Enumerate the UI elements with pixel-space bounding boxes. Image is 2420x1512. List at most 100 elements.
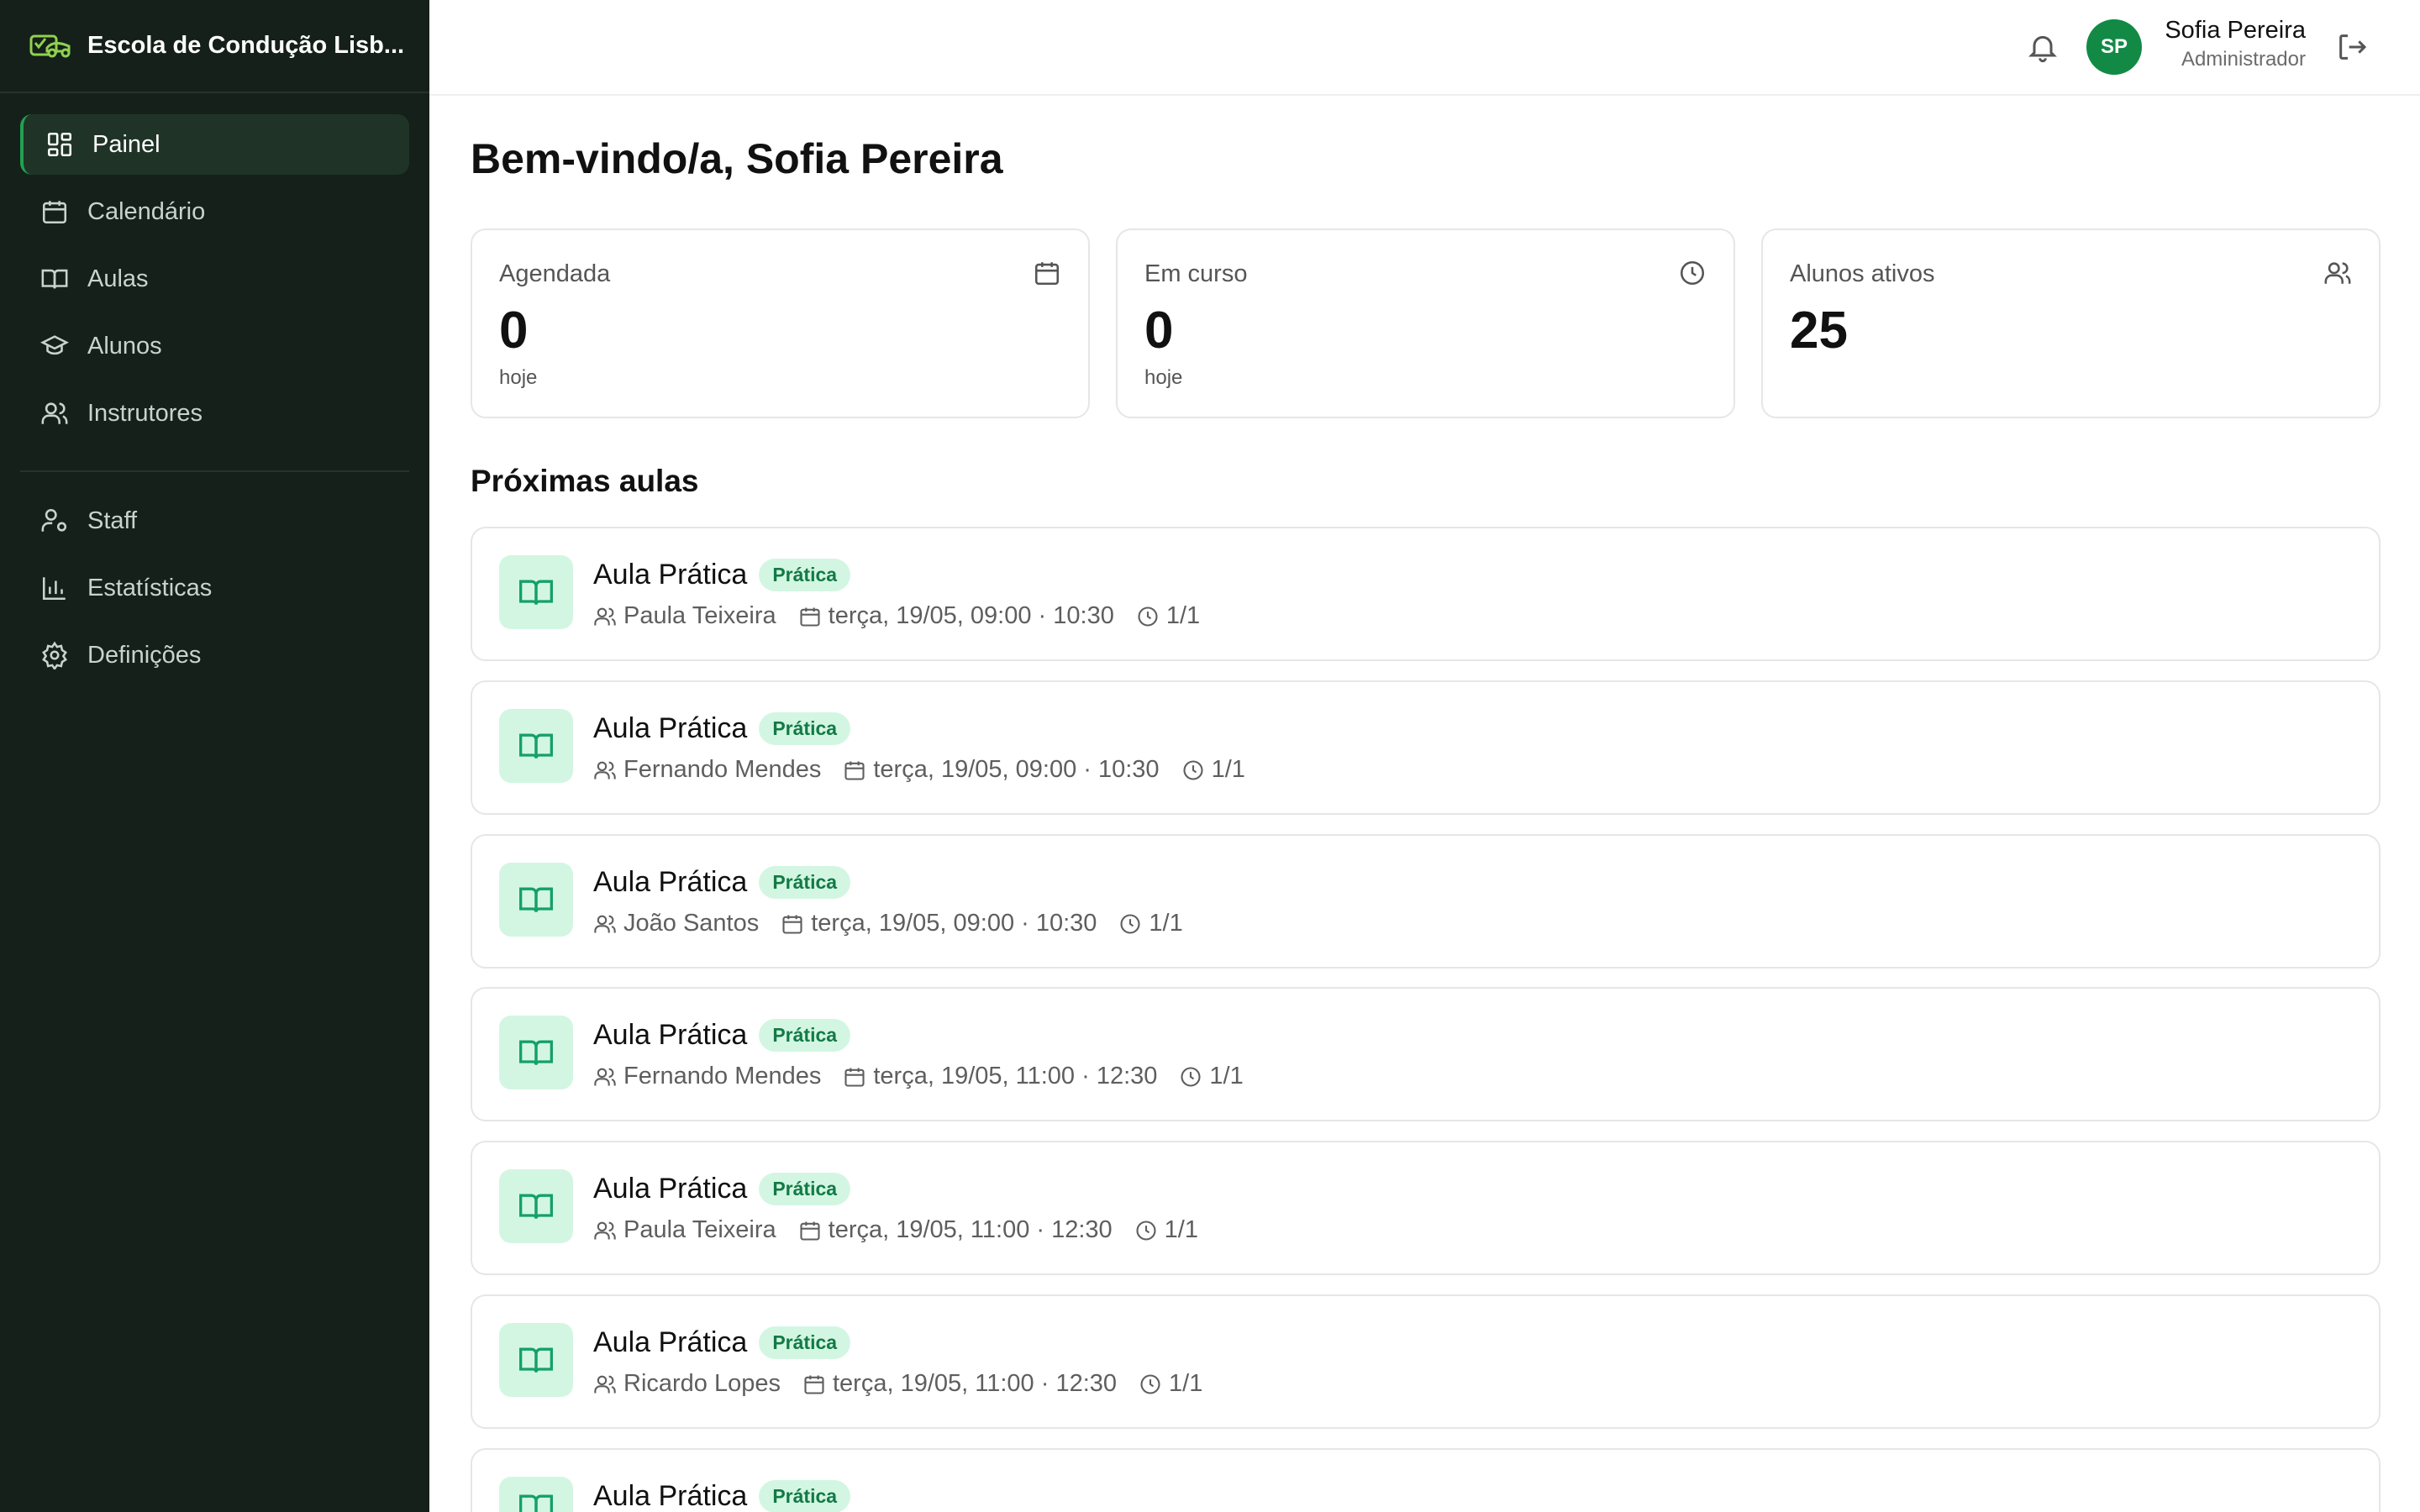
stat-label: Em curso [1144, 260, 1248, 287]
lesson-type-badge: Prática [759, 712, 851, 745]
calendar-icon [804, 1375, 824, 1394]
clock-icon [1680, 260, 1705, 286]
users-icon [41, 402, 68, 424]
sidebar-item-label: Alunos [87, 332, 162, 360]
calendar-icon [844, 1068, 865, 1087]
brand-name: Escola de Condução Lisb... [87, 32, 405, 59]
lesson-meta: Paula Teixeira terça, 19/05, 11:00 · 12:… [593, 1216, 1198, 1244]
lesson-count: 1/1 [1149, 910, 1183, 937]
sidebar-divider [20, 470, 409, 472]
car-logo-icon [29, 34, 71, 57]
lesson-card[interactable]: Aula Prática Prática [471, 1448, 2381, 1512]
sidebar-item-label: Calendário [87, 197, 206, 225]
book-icon [519, 1040, 553, 1065]
book-icon [519, 580, 553, 605]
sidebar-item-label: Staff [87, 507, 138, 534]
lesson-datetime: terça, 19/05, 09:00 · 10:30 [828, 602, 1114, 629]
lesson-icon [499, 1477, 573, 1512]
calendar-icon [42, 201, 67, 224]
lesson-meta: Fernando Mendes terça, 19/05, 09:00 · 10… [593, 756, 1245, 784]
brand[interactable]: Escola de Condução Lisb... [0, 0, 429, 93]
stat-value: 25 [1790, 302, 1848, 360]
sidebar-item-alunos[interactable]: Alunos [20, 316, 409, 376]
stat-card-em-curso: Em curso 0 hoje [1116, 228, 1735, 418]
clock-icon [1183, 759, 1203, 780]
users-icon [2324, 262, 2351, 284]
calendar-icon [800, 607, 820, 627]
lesson-meta: Paula Teixeira terça, 19/05, 09:00 · 10:… [593, 602, 1200, 630]
lesson-datetime: terça, 19/05, 11:00 · 12:30 [833, 1370, 1118, 1397]
lesson-datetime: terça, 19/05, 09:00 · 10:30 [873, 756, 1160, 783]
lesson-meta: Fernando Mendes terça, 19/05, 11:00 · 12… [593, 1063, 1244, 1090]
stat-label: Alunos ativos [1790, 260, 1935, 287]
users-icon [594, 1068, 616, 1085]
clock-icon [1138, 606, 1158, 627]
lesson-type-badge: Prática [759, 1480, 851, 1512]
lesson-type-badge: Prática [759, 1019, 851, 1052]
avatar[interactable]: SP [2086, 19, 2142, 75]
dashboard-icon [47, 132, 72, 157]
lesson-card[interactable]: Aula Prática Prática Fernando Mendes terç… [471, 680, 2381, 815]
lesson-title-row: Aula Prática Prática [593, 559, 851, 591]
lesson-title: Aula Prática [593, 1173, 748, 1205]
lesson-datetime: terça, 19/05, 11:00 · 12:30 [873, 1063, 1158, 1089]
stat-value: 0 [499, 302, 529, 360]
lesson-student: Paula Teixeira [623, 1216, 776, 1243]
lesson-count: 1/1 [1164, 1216, 1198, 1243]
lesson-meta: João Santos terça, 19/05, 09:00 · 10:30 … [593, 910, 1183, 937]
sidebar-item-estatisticas[interactable]: Estatísticas [20, 558, 409, 618]
book-icon [519, 1194, 553, 1219]
lesson-card[interactable]: Aula Prática Prática Paula Teixeira terça… [471, 1141, 2381, 1275]
lesson-icon [499, 1016, 573, 1089]
sidebar-item-instrutores[interactable]: Instrutores [20, 383, 409, 444]
lesson-type-badge: Prática [759, 866, 851, 899]
page-title: Bem-vindo/a, Sofia Pereira [471, 135, 1003, 182]
lesson-type-badge: Prática [759, 559, 851, 591]
gear-icon [42, 641, 67, 669]
logout-icon[interactable] [2335, 30, 2369, 64]
lesson-icon [499, 555, 573, 629]
lesson-icon [499, 1169, 573, 1243]
lesson-title: Aula Prática [593, 559, 748, 591]
lesson-card[interactable]: Aula Prática Prática João Santos terça, 1… [471, 834, 2381, 969]
lesson-title-row: Aula Prática Prática [593, 866, 851, 899]
stat-card-agendada: Agendada 0 hoje [471, 228, 1090, 418]
lesson-title-row: Aula Prática Prática [593, 1480, 851, 1512]
user-cog-icon [41, 508, 67, 532]
book-icon [519, 733, 553, 759]
sidebar-item-aulas[interactable]: Aulas [20, 249, 409, 309]
sidebar: Escola de Condução Lisb... Painel Calend… [0, 0, 429, 1512]
lesson-title: Aula Prática [593, 1019, 748, 1051]
sidebar-item-staff[interactable]: Staff [20, 491, 409, 551]
lesson-count: 1/1 [1169, 1370, 1203, 1397]
users-icon [594, 607, 616, 625]
lesson-count: 1/1 [1209, 1063, 1244, 1089]
calendar-icon [800, 1221, 820, 1241]
sidebar-item-definicoes[interactable]: Definições [20, 625, 409, 685]
sidebar-item-calendario[interactable]: Calendário [20, 181, 409, 242]
lesson-datetime: terça, 19/05, 11:00 · 12:30 [828, 1216, 1113, 1243]
lesson-student: Fernando Mendes [623, 1063, 822, 1089]
lesson-student: Paula Teixeira [623, 602, 776, 629]
sidebar-item-painel[interactable]: Painel [20, 114, 409, 175]
clock-icon [1181, 1066, 1201, 1087]
lesson-title-row: Aula Prática Prática [593, 1019, 851, 1052]
lesson-title-row: Aula Prática Prática [593, 1326, 851, 1359]
lesson-card[interactable]: Aula Prática Prática Fernando Mendes terç… [471, 987, 2381, 1121]
sidebar-item-label: Instrutores [87, 399, 203, 427]
bell-icon[interactable] [2026, 30, 2060, 64]
book-icon [519, 887, 553, 912]
stat-sub: hoje [499, 366, 538, 389]
lesson-title: Aula Prática [593, 712, 748, 744]
lesson-card[interactable]: Aula Prática Prática Ricardo Lopes terça,… [471, 1294, 2381, 1429]
lesson-student: João Santos [623, 910, 760, 937]
calendar-icon [844, 761, 865, 780]
sidebar-item-label: Aulas [87, 265, 149, 292]
lesson-card[interactable]: Aula Prática Prática Paula Teixeira terça… [471, 527, 2381, 661]
book-icon [519, 1494, 553, 1512]
clock-icon [1140, 1373, 1160, 1394]
lesson-count: 1/1 [1165, 602, 1201, 629]
clock-icon [1120, 913, 1140, 934]
lesson-icon [499, 1323, 573, 1397]
lesson-title: Aula Prática [593, 866, 748, 898]
